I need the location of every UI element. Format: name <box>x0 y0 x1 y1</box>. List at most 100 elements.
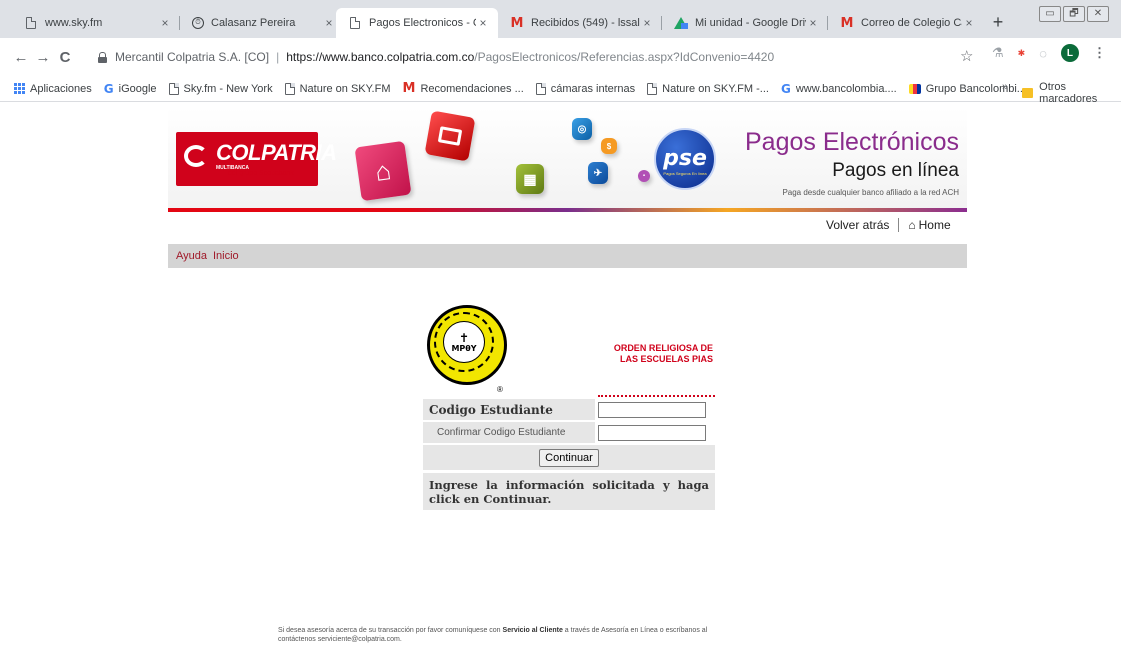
inicio-link[interactable]: Inicio <box>213 250 239 262</box>
small-cube-icon: ▪ <box>638 170 650 182</box>
footer-help-text: Si desea asesoría acerca de su transacci… <box>278 627 708 643</box>
tab-gmail-recibidos[interactable]: M Recibidos (549) - lssalazar@ × <box>498 8 662 38</box>
ayuda-link[interactable]: Ayuda <box>176 250 207 262</box>
page-icon <box>284 82 295 95</box>
bookmark-apps[interactable]: Aplicaciones <box>14 83 92 95</box>
bookmark-label: cámaras internas <box>550 82 636 95</box>
bookmark-label: Aplicaciones <box>30 82 92 95</box>
bookmarks-overflow-button[interactable]: » <box>1002 81 1008 93</box>
tab-calasanz[interactable]: ⏱ Calasanz Pereira × <box>180 8 344 38</box>
close-icon[interactable]: × <box>476 16 490 30</box>
site-identity[interactable]: Mercantil Colpatria S.A. [CO] <box>115 50 269 64</box>
close-icon[interactable]: × <box>806 16 820 30</box>
url-host[interactable]: https://www.banco.colpatria.com.co <box>286 50 474 64</box>
home-cube-icon: ⌂ <box>354 140 412 202</box>
avatar[interactable]: L <box>1060 44 1079 62</box>
divider <box>598 395 715 397</box>
bookmark-nature-sky-2[interactable]: Nature on SKY.FM -... <box>647 82 769 95</box>
bookmark-camaras[interactable]: cámaras internas <box>535 82 636 95</box>
menu-bar: Ayuda Inicio <box>168 244 967 268</box>
extension-icon[interactable]: ⚗ <box>992 45 1004 61</box>
pagos-electronicos-title: Pagos Electrónicos <box>744 128 959 156</box>
browser-tab-strip: www.sky.fm × ⏱ Calasanz Pereira × Pagos … <box>0 0 1121 38</box>
folder-icon <box>1022 88 1034 98</box>
tab-correo-calasanz[interactable]: M Correo de Colegio Calasan × <box>828 8 984 38</box>
home-link[interactable]: Home <box>919 218 951 232</box>
pagos-description: Paga desde cualquier banco afiliado a la… <box>782 188 959 197</box>
pagos-en-linea-subtitle: Pagos en línea <box>832 160 959 181</box>
tab-title: Calasanz Pereira <box>211 17 296 29</box>
bookmark-recomendaciones[interactable]: M Recomendaciones ... <box>403 81 524 96</box>
page-icon <box>348 16 362 30</box>
tab-title: Recibidos (549) - lssalazar@ <box>531 17 640 29</box>
gmail-icon: M <box>402 81 416 96</box>
clock-icon: ⏱ <box>192 17 204 29</box>
confirmar-row: Confirmar Codigo Estudiante <box>423 422 715 443</box>
back-arrow-icon[interactable]: ← <box>10 49 32 66</box>
servicio-cliente-link[interactable]: Servicio al Cliente <box>503 627 563 634</box>
school-name: ORDEN RELIGIOSA DE LAS ESCUELAS PIAS <box>613 343 713 364</box>
google-icon: G <box>780 81 791 96</box>
forward-arrow-icon[interactable]: → <box>32 49 54 66</box>
globe-cube-icon: ◎ <box>572 118 592 140</box>
url-path[interactable]: /PagosElectronicos/Referencias.aspx?IdCo… <box>474 50 774 64</box>
button-row: Continuar <box>423 445 715 470</box>
building-cube-icon: ▦ <box>516 164 544 194</box>
tab-title: Mi unidad - Google Drive <box>695 17 806 29</box>
lock-icon[interactable] <box>98 51 107 63</box>
menu-dots-icon[interactable]: ⋮ <box>1093 45 1106 61</box>
bookmark-nature-sky[interactable]: Nature on SKY.FM <box>284 82 391 95</box>
close-icon[interactable]: × <box>962 16 976 30</box>
bookmark-label: Nature on SKY.FM -... <box>662 82 769 95</box>
extension-icon[interactable]: ◌ <box>1039 46 1047 61</box>
contact-email[interactable]: contáctenos serviciente@colpatria.com. <box>278 636 402 643</box>
school-seal-logo: ✝ MPθY ® <box>427 305 507 394</box>
page-icon <box>535 82 546 95</box>
bookmark-label: iGoogle <box>118 82 157 95</box>
confirmar-codigo-input[interactable] <box>598 424 706 441</box>
pagos-banner: COLPATRIA MULTIBANCA del grupo Scotiaban… <box>168 108 967 212</box>
bookmark-label: Grupo Bancolombi... <box>925 82 1026 95</box>
card-cube-icon <box>424 110 476 162</box>
maximize-button[interactable]: 🗗 <box>1063 6 1085 22</box>
home-icon[interactable]: ⌂ <box>908 218 915 232</box>
page-icon <box>24 16 38 30</box>
gmail-icon: M <box>510 15 524 31</box>
other-bookmarks-label: Otros marcadores <box>1039 81 1098 105</box>
page-icon <box>647 82 658 95</box>
volver-atras-link[interactable]: Volver atrás <box>826 218 889 232</box>
tab-sky-fm[interactable]: www.sky.fm × <box>12 8 180 38</box>
colpatria-logo[interactable]: COLPATRIA MULTIBANCA <box>176 132 337 186</box>
bookmark-grupo-bancolombia[interactable]: Grupo Bancolombi... <box>908 82 1026 95</box>
bookmark-label: Nature on SKY.FM <box>299 82 391 95</box>
tab-pagos-electronicos[interactable]: Pagos Electronicos - Colpa × <box>336 8 498 38</box>
codigo-estudiante-input[interactable] <box>598 401 706 418</box>
bookmark-label: www.bancolombia.... <box>795 82 897 95</box>
reload-icon[interactable]: C <box>54 49 76 66</box>
pse-logo[interactable]: pse Pagos Seguros En línea <box>654 128 716 190</box>
bookmark-star-icon[interactable]: ☆ <box>960 47 973 65</box>
other-bookmarks-folder[interactable]: Otros marcadores <box>1022 81 1121 105</box>
close-icon[interactable]: × <box>640 16 654 30</box>
browser-toolbar: ← → C Mercantil Colpatria S.A. [CO] | ht… <box>0 38 1121 76</box>
bookmark-sky-fm[interactable]: Sky.fm - New York <box>168 82 273 95</box>
close-icon[interactable]: × <box>322 16 336 30</box>
new-tab-button[interactable]: + <box>986 12 1010 33</box>
bookmarks-bar: Aplicaciones G iGoogle Sky.fm - New York… <box>0 76 1121 105</box>
apps-icon <box>14 83 25 94</box>
tab-title: Pagos Electronicos - Colpa <box>369 17 476 29</box>
address-bar[interactable]: Mercantil Colpatria S.A. [CO] | https://… <box>98 44 983 70</box>
google-icon: G <box>103 81 114 96</box>
close-window-button[interactable]: ✕ <box>1087 6 1109 22</box>
tab-title: Correo de Colegio Calasan <box>861 17 962 29</box>
confirmar-label: Confirmar Codigo Estudiante <box>437 427 566 438</box>
window-controls: ▭ 🗗 ✕ <box>1039 6 1109 22</box>
continuar-button[interactable]: Continuar <box>539 448 599 467</box>
bookmark-bancolombia[interactable]: G www.bancolombia.... <box>781 82 897 96</box>
tab-title: www.sky.fm <box>45 17 103 29</box>
tab-google-drive[interactable]: Mi unidad - Google Drive × <box>662 8 828 38</box>
bookmark-igoogle[interactable]: G iGoogle <box>104 82 157 96</box>
extension-icon[interactable]: ✱ <box>1018 48 1026 59</box>
minimize-button[interactable]: ▭ <box>1039 6 1061 22</box>
close-icon[interactable]: × <box>158 16 172 30</box>
